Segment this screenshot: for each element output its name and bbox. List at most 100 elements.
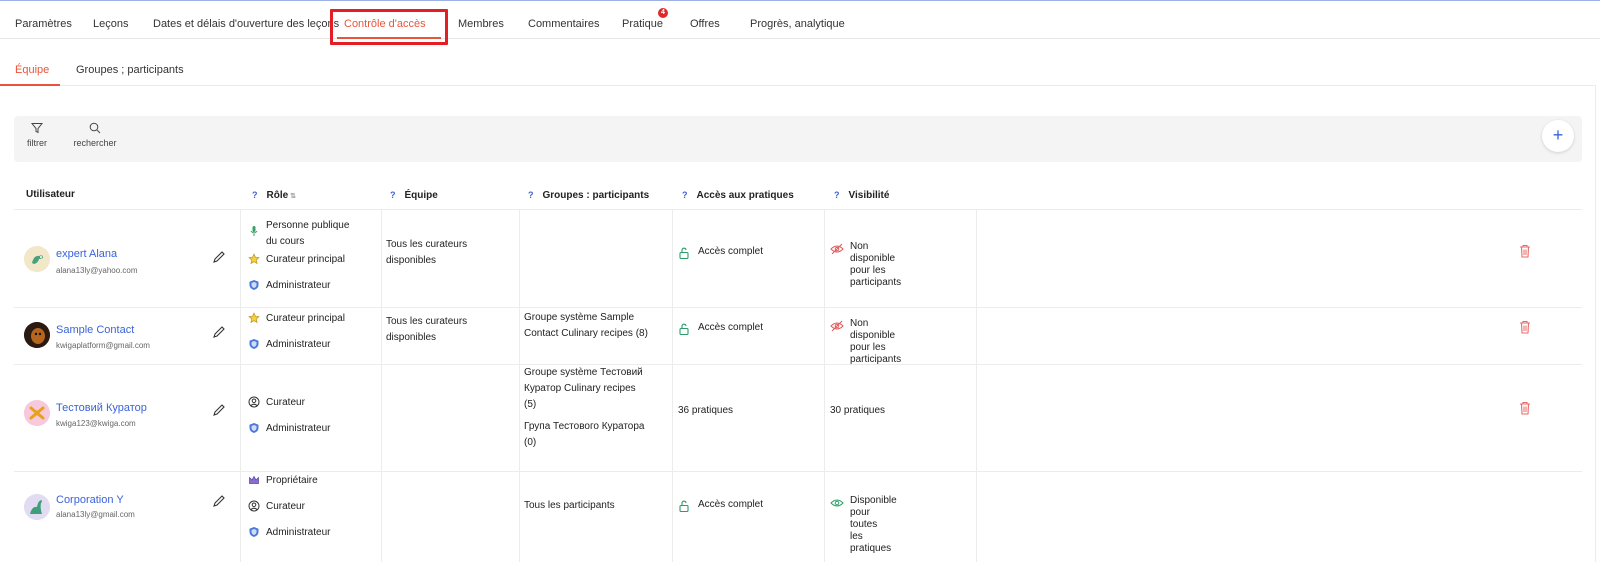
divider [672,308,673,364]
search-button[interactable]: rechercher [72,122,118,148]
tab-commentaires[interactable]: Commentaires [528,1,600,39]
divider [824,210,825,307]
help-icon[interactable]: ? [682,190,688,200]
divider [519,308,520,364]
user-circle-icon [248,500,260,512]
lock-open-icon [679,500,689,512]
subtab-groupes[interactable]: Groupes ; participants [76,40,184,86]
main-tab-bar: Paramètres Leçons Dates et délais d'ouve… [0,1,1600,39]
table-toolbar: filtrer rechercher + [14,116,1582,162]
trash-icon[interactable] [1519,244,1531,258]
divider [240,365,241,471]
search-icon [89,122,101,134]
star-icon [248,253,260,265]
divider [240,308,241,364]
search-label: rechercher [73,138,117,148]
role-label: Curateur [266,501,305,512]
avatar [24,246,50,272]
col-user: Utilisateur [26,189,75,200]
divider [672,210,673,307]
user-name-link[interactable]: Sample Contact [56,324,134,336]
trash-icon[interactable] [1519,401,1531,415]
filter-label: filtrer [27,138,47,148]
edit-icon[interactable] [212,494,226,508]
table-header: Utilisateur ? Rôle ⇅ ? Équipe ? Groupes : pa… [14,178,1582,210]
role-label: Administrateur [266,339,331,350]
star-icon [248,312,260,324]
divider [672,365,673,471]
role-label: Curateur [266,397,305,408]
table-row: expert Alana alana13ly@yahoo.com Personn… [14,210,1582,308]
divider [672,472,673,562]
panel-right-border [1595,86,1596,562]
trash-icon[interactable] [1519,320,1531,334]
divider [519,472,520,562]
help-icon[interactable]: ? [528,190,534,200]
role-label: Personne publique du cours [266,220,350,247]
shield-icon [249,527,259,537]
user-name-link[interactable]: Тестовий Куратор [56,402,147,414]
col-role[interactable]: ? Rôle ⇅ [252,178,296,210]
col-team-label: Équipe [404,190,438,201]
divider [824,308,825,364]
tab-progres[interactable]: Progrès, analytique [750,1,845,39]
divider [976,472,977,562]
tab-membres[interactable]: Membres [458,1,504,39]
user-circle-icon [248,396,260,408]
role-label: Curateur principal [266,254,345,265]
user-email: alana13ly@gmail.com [56,510,135,519]
col-team: ? Équipe [390,178,438,210]
tab-lecons[interactable]: Leçons [93,1,128,39]
team-cell: Tous les curateurs disponibles [386,239,468,266]
col-role-label: Rôle [266,190,289,201]
table-row: Sample Contact kwigaplatform@gmail.com C… [14,308,1582,365]
role-label: Propriétaire [266,475,318,486]
divider [240,210,241,307]
user-name-link[interactable]: expert Alana [56,248,117,260]
divider [240,472,241,562]
edit-icon[interactable] [212,325,226,339]
col-practice-access: ? Accès aux pratiques [682,178,794,210]
tab-pratique[interactable]: Pratique [622,1,663,39]
user-name-link[interactable]: Corporation Y [56,494,124,506]
groups-cell: Група Тестового Куратора (0) [524,421,645,448]
tab-parametres[interactable]: Paramètres [15,1,72,39]
table-row: Corporation Y alana13ly@gmail.com Propri… [14,472,1582,562]
groups-cell: Groupe système Тестовий Куратор Culinary … [524,367,643,410]
groups-cell: Tous les participants [524,500,615,511]
eye-off-icon [830,320,844,332]
divider [519,365,520,471]
team-cell: Tous les curateurs disponibles [386,316,468,343]
shield-icon [249,280,259,290]
sort-icon[interactable]: ⇅ [290,193,296,200]
tab-dates[interactable]: Dates et délais d'ouverture des leçons [153,1,339,39]
avatar [24,322,50,348]
role-label: Administrateur [266,423,331,434]
add-member-button[interactable]: + [1542,120,1574,152]
filter-button[interactable]: filtrer [26,122,48,148]
visibility-count: 30 pratiques [830,405,886,416]
edit-icon[interactable] [212,250,226,264]
shield-icon [249,339,259,349]
col-visibility: ? Visibilité [834,178,889,210]
crown-icon [249,475,259,484]
user-email: kwiga123@kwiga.com [56,419,136,428]
edit-icon[interactable] [212,403,226,417]
lock-open-icon [679,247,689,259]
lock-open-icon [679,323,689,335]
shield-icon [249,423,259,433]
eye-icon [830,499,844,507]
microphone-icon [250,226,258,236]
col-groups-label: Groupes : participants [542,190,650,201]
tab-offres[interactable]: Offres [690,1,720,39]
divider [381,308,382,364]
help-icon[interactable]: ? [252,190,258,200]
subtab-equipe[interactable]: Équipe [15,40,49,86]
help-icon[interactable]: ? [834,190,840,200]
col-practice-access-label: Accès aux pratiques [696,190,794,201]
sub-tab-bar: Équipe Groupes ; participants [0,40,1596,86]
col-visibility-label: Visibilité [848,190,890,201]
help-icon[interactable]: ? [390,190,396,200]
eye-off-icon [830,243,844,255]
avatar [24,494,50,520]
